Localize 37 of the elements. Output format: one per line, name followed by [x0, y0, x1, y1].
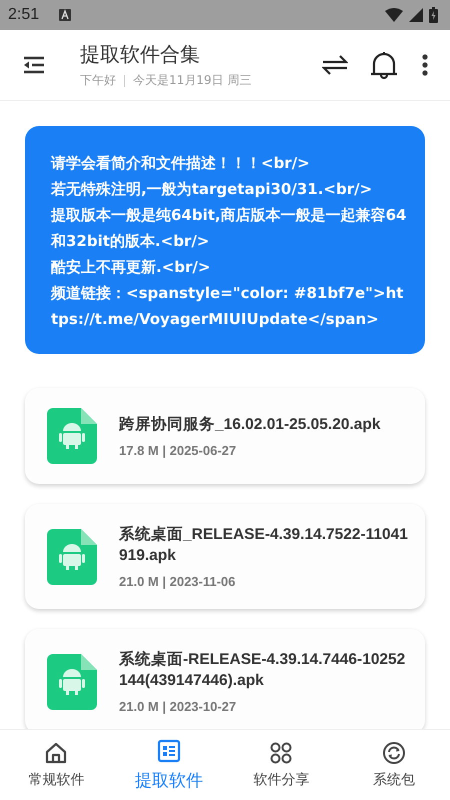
- list-icon: [156, 738, 181, 762]
- nav-tab[interactable]: 软件分享: [225, 730, 338, 800]
- android-file-icon: [47, 654, 97, 710]
- file-meta: 17.8 M | 2025-06-27: [119, 443, 238, 458]
- notice-text: 频道链接：<spanstyle="color: #81bf7e">https://t.me/VoyagerMIUIUpdate</span>: [51, 283, 404, 330]
- date-text: 今天是11月19日 周三: [133, 72, 252, 89]
- file-name: 系统桌面-RELEASE-4.39.14.7446-10252144(439147446).apk: [119, 650, 406, 691]
- menu-icon[interactable]: [22, 55, 46, 75]
- bell-icon[interactable]: [370, 50, 398, 80]
- battery-icon: [429, 7, 438, 23]
- file-card[interactable]: 系统桌面-RELEASE-4.39.14.7446-10252144(439147446).apk 21.0 M | 2023-10-27: [25, 629, 425, 729]
- signal-icon: [409, 8, 423, 22]
- android-file-icon: [47, 408, 97, 464]
- notice-text: 请学会看简介和文件描述！！！<br/>: [51, 153, 311, 174]
- swap-arrows-icon[interactable]: [322, 53, 348, 77]
- keyboard-icon: [59, 9, 72, 21]
- wifi-icon: [385, 8, 403, 22]
- house-icon: [44, 741, 68, 765]
- page-title: 提取软件合集: [80, 41, 201, 68]
- notice-text: 提取版本一般是纯64bit,商店版本一般是一起兼容64和32bit的版本.<br/>: [51, 205, 407, 252]
- nav-tab[interactable]: 提取软件: [112, 730, 225, 800]
- circles-grid-icon: [269, 741, 294, 765]
- file-meta: 21.0 M | 2023-10-27: [119, 699, 238, 714]
- file-card[interactable]: 系统桌面_RELEASE-4.39.14.7522-11041919.apk 21.0 M | 2023-11-06: [25, 504, 425, 609]
- more-options-icon[interactable]: [422, 54, 428, 76]
- notice-text: 若无特殊注明,一般为targetapi30/31.<br/>: [51, 179, 374, 200]
- sync-icon: [382, 741, 406, 765]
- file-name: 系统桌面_RELEASE-4.39.14.7522-11041919.apk: [119, 524, 409, 566]
- greeting: 下午好: [80, 72, 116, 89]
- file-card[interactable]: 跨屏协同服务_16.02.01-25.05.20.apk 17.8 M | 2025-06-27: [25, 388, 425, 484]
- nav-tab[interactable]: 常规软件: [0, 730, 112, 800]
- file-name: 跨屏协同服务_16.02.01-25.05.20.apk: [119, 415, 380, 435]
- android-file-icon: [47, 528, 97, 584]
- notice-text: 酷安上不再更新.<br/>: [51, 257, 212, 278]
- clock: 2:51: [8, 6, 40, 24]
- file-meta: 21.0 M | 2023-11-06: [119, 574, 236, 589]
- nav-tab[interactable]: 系统包: [338, 730, 450, 800]
